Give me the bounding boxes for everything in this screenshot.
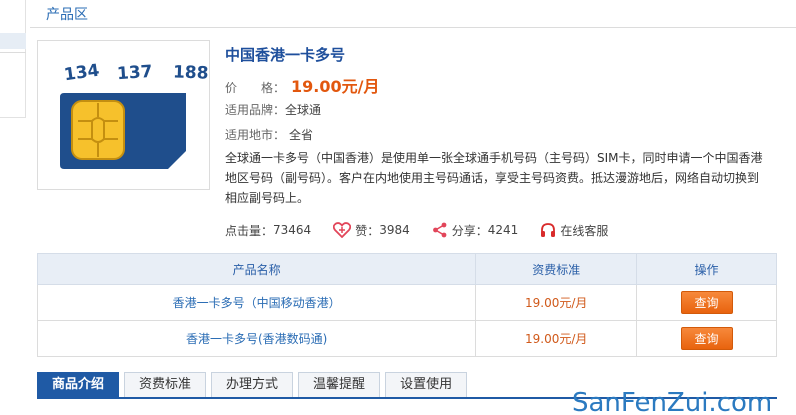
product-description: 全球通一卡多号（中国香港）是使用单一张全球通手机号码（主号码）SIM卡，同时申请… bbox=[225, 151, 763, 205]
plan-price: 19.00元/月 bbox=[475, 284, 638, 321]
watermark: SanFenZui.com bbox=[572, 388, 773, 415]
header-price: 资费标准 bbox=[475, 253, 638, 285]
table-header-row: 产品名称 资费标准 操作 bbox=[36, 253, 777, 285]
price-row: 价 格： 19.00元/月 bbox=[225, 73, 379, 97]
product-image: 134 137 188 bbox=[37, 40, 210, 190]
action-cell: 查询 bbox=[636, 284, 777, 321]
section-title: 产品区 bbox=[46, 7, 88, 23]
area-label: 适用地市： bbox=[225, 128, 286, 142]
clicks-value: 73464 bbox=[273, 223, 312, 237]
stats-bar: 点击量： 73464 赞： 3984 分享： 4241 在线客服 bbox=[225, 221, 630, 239]
sim-number-1: 134 bbox=[62, 60, 101, 86]
query-button[interactable]: 查询 bbox=[680, 291, 733, 314]
tab-fee-standard[interactable]: 资费标准 bbox=[124, 372, 207, 398]
header-action: 操作 bbox=[636, 253, 777, 285]
sidebar-highlight bbox=[0, 33, 26, 49]
share-button[interactable]: 分享： 4241 bbox=[432, 222, 519, 239]
table-row: 香港一卡多号(香港数码通) 19.00元/月 查询 bbox=[36, 320, 777, 357]
query-button[interactable]: 查询 bbox=[680, 327, 733, 350]
tab-setup-usage[interactable]: 设置使用 bbox=[385, 372, 468, 398]
sim-number-2: 137 bbox=[116, 61, 154, 85]
service-label: 在线客服 bbox=[560, 223, 609, 238]
plan-name-link[interactable]: 香港一卡多号(香港数码通) bbox=[36, 320, 477, 357]
share-value: 4241 bbox=[487, 223, 519, 237]
share-icon bbox=[432, 222, 447, 238]
price-value: 19.00元/月 bbox=[291, 77, 380, 96]
plan-name-link[interactable]: 香港一卡多号（中国移动香港） bbox=[36, 284, 477, 321]
share-label: 分享： bbox=[451, 223, 488, 238]
click-count: 点击量： 73464 bbox=[225, 222, 311, 239]
brand-value: 全球通 bbox=[285, 103, 322, 117]
sidebar-divider bbox=[0, 52, 26, 53]
product-name: 中国香港一卡多号 bbox=[225, 46, 346, 64]
action-cell: 查询 bbox=[636, 320, 777, 357]
price-label: 价 格： bbox=[225, 81, 286, 95]
tab-how-to-apply[interactable]: 办理方式 bbox=[211, 372, 294, 398]
heart-icon bbox=[333, 222, 352, 238]
sim-numbers: 134 137 188 bbox=[62, 60, 209, 86]
table-row: 香港一卡多号（中国移动香港） 19.00元/月 查询 bbox=[36, 284, 777, 321]
brand-label: 适用品牌： bbox=[225, 103, 286, 117]
left-sidebar-fragment bbox=[0, 0, 26, 118]
likes-label: 赞： bbox=[355, 223, 380, 238]
plans-table: 产品名称 资费标准 操作 香港一卡多号（中国移动香港） 19.00元/月 查询 … bbox=[36, 253, 777, 357]
area-row: 适用地市： 全省 bbox=[225, 126, 313, 143]
like-button[interactable]: 赞： 3984 bbox=[333, 222, 410, 239]
likes-value: 3984 bbox=[379, 223, 410, 237]
brand-row: 适用品牌：全球通 bbox=[225, 101, 321, 118]
area-value: 全省 bbox=[289, 128, 314, 142]
detail-tabs: 商品介绍 资费标准 办理方式 温馨提醒 设置使用 bbox=[37, 372, 472, 398]
plan-price: 19.00元/月 bbox=[475, 320, 638, 357]
title-divider bbox=[30, 27, 796, 28]
tab-reminder[interactable]: 温馨提醒 bbox=[298, 372, 381, 398]
clicks-label: 点击量： bbox=[225, 223, 274, 238]
sim-number-3: 188 bbox=[172, 62, 209, 84]
header-product-name: 产品名称 bbox=[36, 253, 477, 285]
online-service-link[interactable]: 在线客服 bbox=[540, 222, 608, 239]
sim-card-icon bbox=[60, 93, 186, 169]
tab-product-intro[interactable]: 商品介绍 bbox=[37, 372, 120, 398]
headset-icon bbox=[541, 223, 556, 237]
